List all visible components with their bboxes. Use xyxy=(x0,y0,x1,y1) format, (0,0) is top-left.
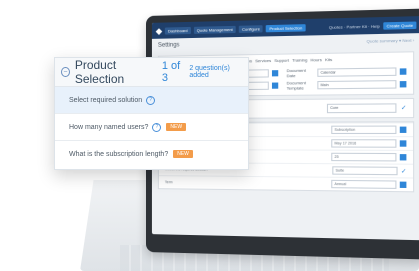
dropdown-icon[interactable] xyxy=(400,182,407,188)
filter-item[interactable]: Training xyxy=(292,57,307,62)
new-badge: NEW xyxy=(166,123,186,131)
check-icon[interactable]: ✓ xyxy=(401,167,407,174)
app-logo: ◆ xyxy=(156,26,162,35)
panel-progress: 1 of 3 xyxy=(162,60,185,84)
field-row: Document Date Calendar xyxy=(287,66,407,78)
list-item-select[interactable]: May 17 2016 xyxy=(331,139,396,148)
help-icon[interactable]: ? xyxy=(152,123,161,132)
list-item-select[interactable]: Subscription xyxy=(331,126,396,134)
dropdown-icon[interactable] xyxy=(400,154,407,160)
list-item-select[interactable]: Suite xyxy=(332,166,397,175)
question-subscription-length[interactable]: What is the subscription length? NEW xyxy=(55,141,248,167)
new-badge: NEW xyxy=(173,150,193,158)
tab-configure[interactable]: Configure xyxy=(239,25,263,33)
question-text: How many named users? xyxy=(69,124,148,131)
top-links: Quotes · Partner Kit · Help Create Quote xyxy=(329,22,417,29)
product-selection-panel: − Product Selection 1 of 3 2 question(s)… xyxy=(54,57,249,170)
list-item-label: Term xyxy=(165,180,173,184)
field-input[interactable]: Calendar xyxy=(317,67,396,76)
calendar-icon[interactable] xyxy=(400,140,407,146)
list-item-select[interactable]: Annual xyxy=(331,180,396,189)
field-input[interactable]: Main xyxy=(317,80,396,89)
panel-title: Product Selection xyxy=(75,58,155,86)
questions-added-count: 2 question(s) added xyxy=(189,65,242,79)
panel-header: − Product Selection 1 of 3 2 question(s)… xyxy=(55,58,248,87)
dropdown-icon[interactable] xyxy=(272,83,278,89)
filter-item[interactable]: Kits xyxy=(325,57,332,62)
tab-quote-management[interactable]: Quote Management xyxy=(194,25,236,33)
question-select-solution[interactable]: Select required solution ? xyxy=(55,87,248,114)
help-icon[interactable]: ? xyxy=(146,96,155,105)
top-links-text[interactable]: Quotes · Partner Kit · Help xyxy=(329,23,380,29)
question-named-users[interactable]: How many named users? ? NEW xyxy=(55,114,248,141)
filter-item[interactable]: Hours xyxy=(310,57,321,62)
question-text: Select required solution xyxy=(69,97,142,104)
page-title: Settings xyxy=(158,42,180,48)
list-item: Term Annual xyxy=(159,175,413,191)
page-title-actions[interactable]: Quote summary ▾ Next › xyxy=(367,37,415,44)
dropdown-icon[interactable] xyxy=(400,68,407,74)
dropdown-icon[interactable] xyxy=(400,127,407,133)
filter-item[interactable]: Services xyxy=(255,58,271,63)
collapse-icon[interactable]: − xyxy=(61,67,70,77)
list-item-select[interactable]: 25 xyxy=(331,153,396,162)
product-select[interactable]: Core xyxy=(327,103,397,113)
field-row: Document Template Main xyxy=(287,79,407,91)
dropdown-icon[interactable] xyxy=(400,81,407,87)
filter-item[interactable]: Support xyxy=(274,58,289,63)
tab-dashboard[interactable]: Dashboard xyxy=(165,26,191,34)
question-text: What is the subscription length? xyxy=(69,151,168,158)
check-icon[interactable]: ✓ xyxy=(401,104,407,111)
field-label: Document Template xyxy=(287,80,315,91)
tab-product-selection[interactable]: Product Selection xyxy=(266,24,305,32)
create-quote-button[interactable]: Create Quote xyxy=(383,21,416,29)
field-label: Document Date xyxy=(287,68,315,79)
calendar-icon[interactable] xyxy=(272,70,278,76)
